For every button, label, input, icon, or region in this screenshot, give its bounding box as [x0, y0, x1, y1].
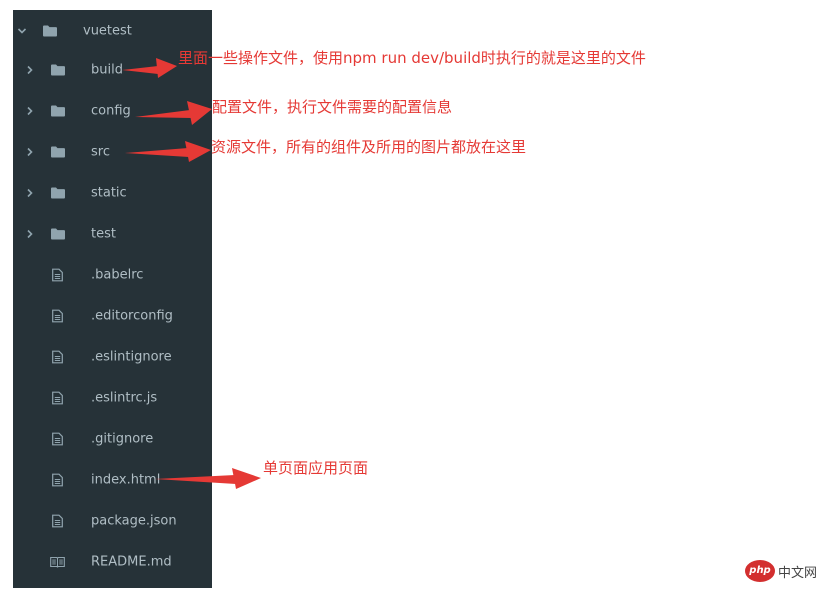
arrow-src [125, 141, 211, 162]
annotation-config: 配置文件，执行文件需要的配置信息 [212, 98, 453, 116]
watermark-logo: php [745, 560, 775, 582]
annotation-build: 里面一些操作文件，使用npm run dev/build时执行的就是这里的文件 [178, 49, 646, 67]
arrow-index [155, 468, 261, 489]
watermark: php 中文网 [745, 560, 833, 584]
annotation-arrows [122, 58, 261, 489]
arrow-build [122, 58, 177, 78]
watermark-text: 中文网 [778, 566, 818, 581]
annotation-src: 资源文件，所有的组件及所用的图片都放在这里 [211, 138, 527, 156]
annotation-index-html: 单页面应用页面 [263, 459, 369, 477]
arrow-config [135, 101, 212, 125]
